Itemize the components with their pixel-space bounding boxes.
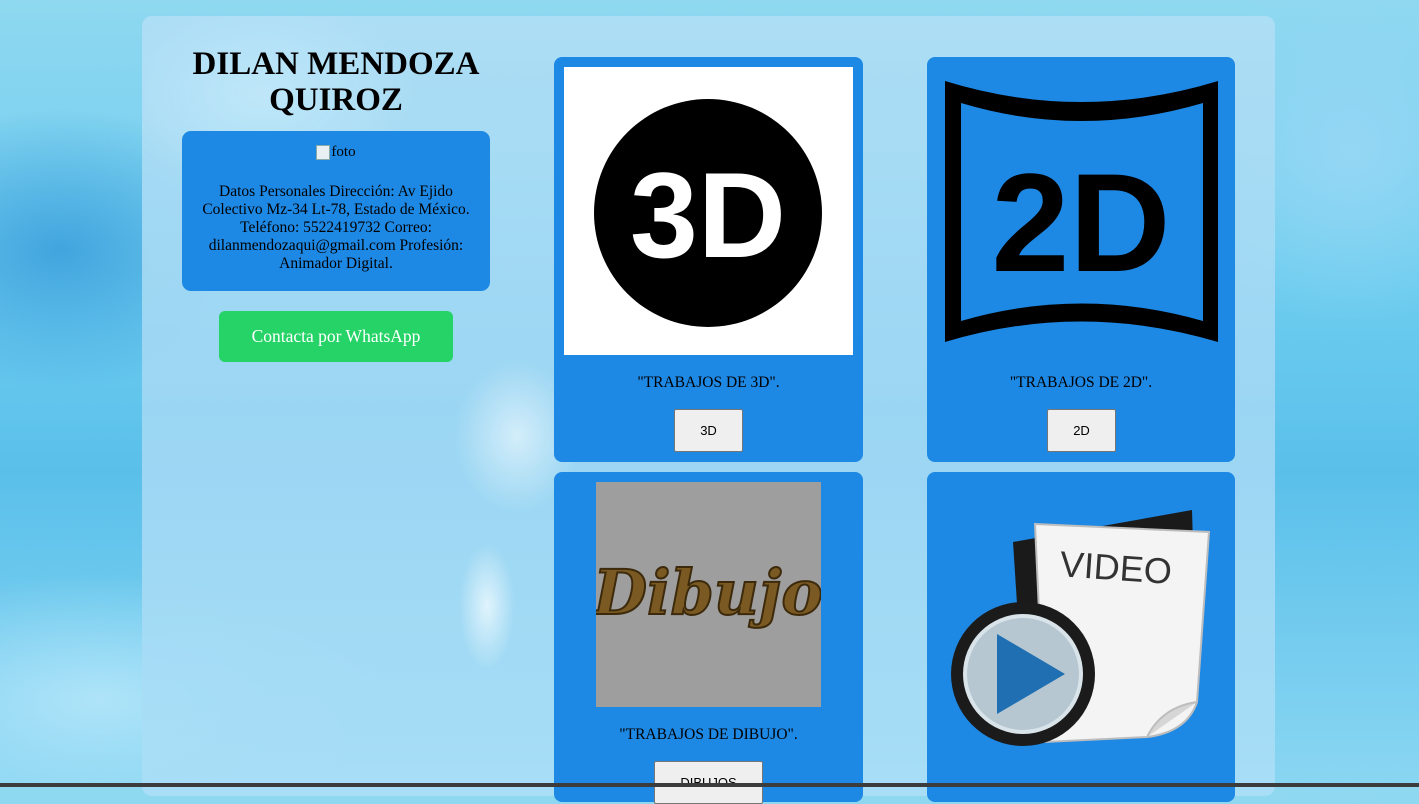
profile-photo: foto xyxy=(316,143,356,161)
logo-video-text: VIDEO xyxy=(1059,543,1174,592)
image-3d: 3D xyxy=(564,67,853,355)
photo-alt-text: foto xyxy=(331,144,356,160)
personal-info-box: foto Datos Personales Dirección: Av Ejid… xyxy=(182,131,490,291)
card-video: VIDEO xyxy=(927,472,1235,802)
image-video: VIDEO xyxy=(947,502,1217,752)
logo-2d-text: 2D xyxy=(992,144,1171,301)
whatsapp-button[interactable]: Contacta por WhatsApp xyxy=(219,311,453,362)
card-3d: 3D "TRABAJOS DE 3D". 3D xyxy=(554,57,863,462)
image-dibujo: Dibujo xyxy=(590,482,824,707)
button-3d[interactable]: 3D xyxy=(674,409,743,452)
personal-details-text: Datos Personales Dirección: Av Ejido Col… xyxy=(202,182,470,272)
card-2d: 2D "TRABAJOS DE 2D". 2D xyxy=(927,57,1235,462)
caption-2d: "TRABAJOS DE 2D". xyxy=(1009,374,1153,391)
bottom-scrollbar xyxy=(0,783,1419,787)
logo-dibujo-text: Dibujo xyxy=(596,556,821,629)
button-2d[interactable]: 2D xyxy=(1047,409,1116,452)
card-dibujo: Dibujo "TRABAJOS DE DIBUJO". DIBUJOS xyxy=(554,472,863,804)
broken-image-icon xyxy=(316,144,331,160)
logo-3d-text: 3D xyxy=(630,147,786,283)
caption-dibujo: "TRABAJOS DE DIBUJO". xyxy=(619,726,798,743)
page-title: DILAN MENDOZA QUIROZ xyxy=(192,46,480,118)
caption-3d: "TRABAJOS DE 3D". xyxy=(637,374,780,391)
image-2d: 2D xyxy=(937,71,1225,347)
